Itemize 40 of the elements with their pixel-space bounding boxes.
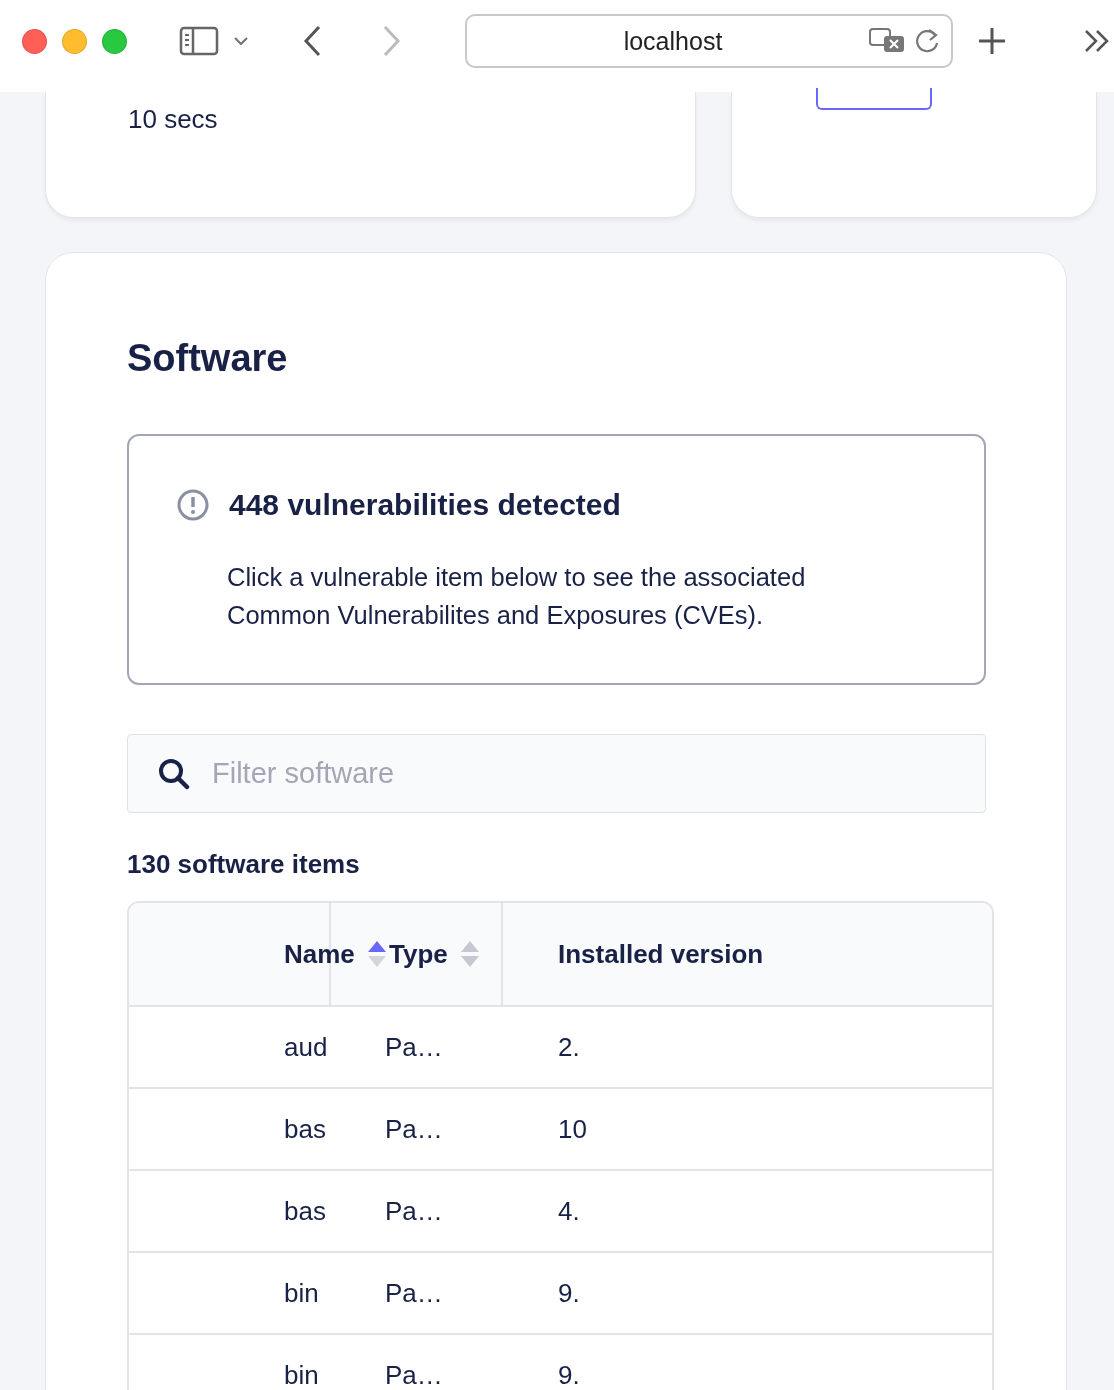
address-field[interactable]: localhost: [465, 14, 953, 68]
search-icon: [158, 757, 190, 790]
alert-title: 448 vulnerabilities detected: [229, 488, 621, 522]
column-header[interactable]: Type: [389, 938, 448, 970]
column-header[interactable]: Name: [284, 938, 355, 970]
outline-button[interactable]: [816, 88, 933, 110]
chevron-down-icon[interactable]: [233, 35, 249, 47]
table-cell: Pa…: [385, 1277, 443, 1309]
reload-icon[interactable]: [913, 27, 941, 55]
item-count: 130 software items: [127, 849, 361, 880]
plus-icon[interactable]: [977, 26, 1007, 56]
alert-message: Click a vulnerable item below to see the associated Common Vulnerabilites and Exposures (CVEs).: [227, 562, 807, 631]
back-icon[interactable]: [303, 25, 323, 57]
column-header[interactable]: Installed version: [558, 938, 764, 970]
table-cell: bas: [284, 1195, 326, 1227]
table-cell: bin: [284, 1277, 319, 1309]
table-cell: 4.: [558, 1195, 580, 1227]
chevrons-right-icon[interactable]: [1083, 28, 1111, 54]
sort-icon[interactable]: [366, 940, 387, 968]
translate-icon[interactable]: [869, 27, 907, 55]
table-cell: bin: [284, 1359, 319, 1390]
address-text: localhost: [622, 26, 724, 56]
section-title: Software: [127, 337, 289, 380]
table-cell: Pa…: [385, 1195, 443, 1227]
search-field[interactable]: Filter software: [127, 734, 986, 813]
search-input[interactable]: Filter software: [210, 756, 985, 791]
maximize-icon[interactable]: [102, 28, 127, 54]
alert-icon: [177, 489, 209, 521]
table-cell: 10: [558, 1113, 587, 1145]
sidebar-icon[interactable]: [179, 26, 219, 56]
table-cell: 2.: [558, 1031, 580, 1063]
table-cell: Pa…: [385, 1031, 443, 1063]
close-icon[interactable]: [22, 28, 47, 54]
table-cell: Pa…: [385, 1359, 443, 1390]
table-cell: Pa…: [385, 1113, 443, 1145]
table-cell: bas: [284, 1113, 326, 1145]
table-cell: 9.: [558, 1359, 580, 1390]
interval-text: 10 secs: [128, 104, 218, 135]
table-cell: 9.: [558, 1277, 580, 1309]
table-cell: aud: [284, 1031, 328, 1063]
